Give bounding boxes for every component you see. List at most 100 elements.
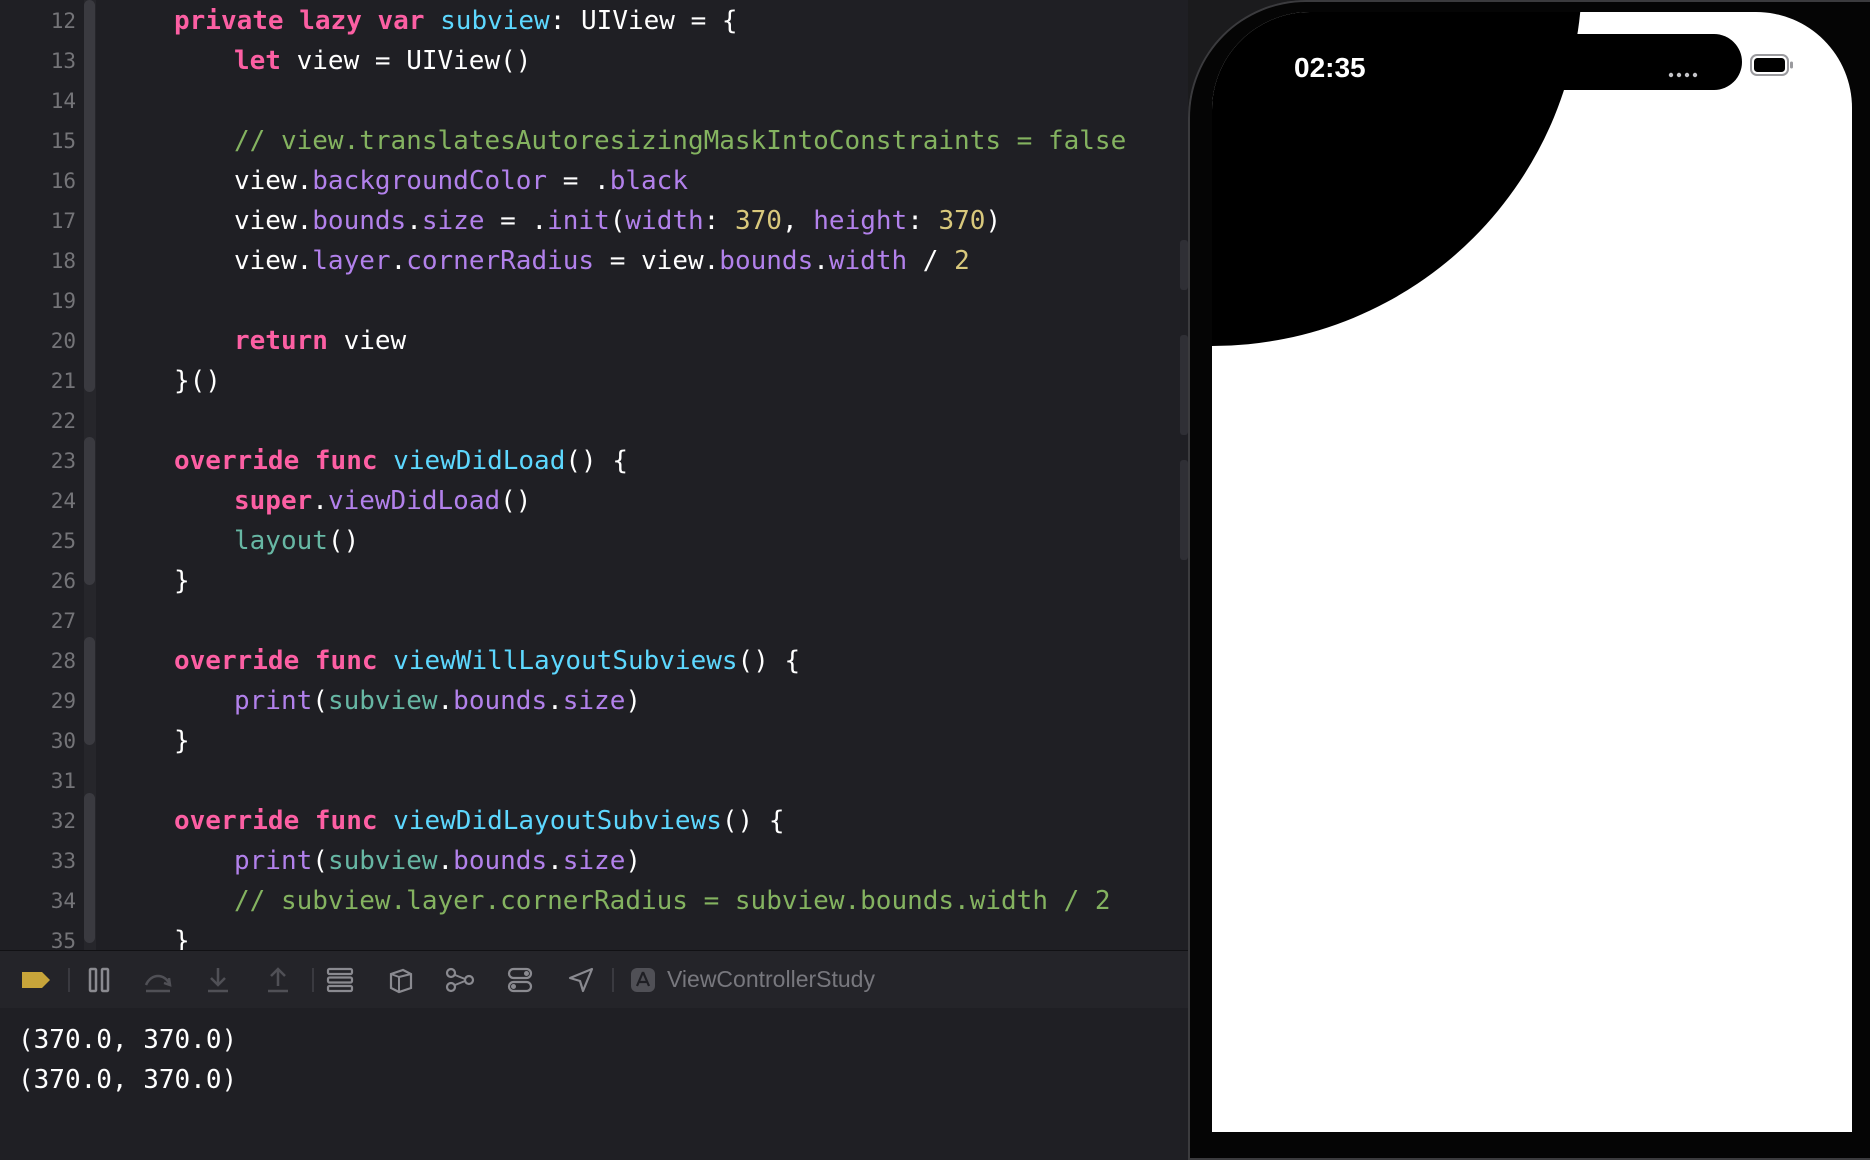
code-line[interactable]: 17 view.bounds.size = .init(width: 370, h… xyxy=(0,201,1180,241)
code-line[interactable]: 16 view.backgroundColor = .black xyxy=(0,161,1180,201)
code-text[interactable]: }() xyxy=(174,361,221,401)
pause-icon[interactable] xyxy=(84,965,114,995)
line-number[interactable]: 16 xyxy=(0,161,76,201)
app-target-icon[interactable] xyxy=(628,965,658,995)
code-text[interactable]: view.layer.cornerRadius = view.bounds.wi… xyxy=(234,241,970,281)
code-line[interactable]: 15 // view.translatesAutoresizingMaskInto… xyxy=(0,121,1180,161)
code-line[interactable]: 14 xyxy=(0,81,1180,121)
code-token: cornerRadius xyxy=(406,246,595,276)
code-line[interactable]: 31 xyxy=(0,761,1180,801)
code-token: viewDidLoad xyxy=(327,486,501,516)
code-text[interactable]: let view = UIView() xyxy=(234,41,531,81)
line-number[interactable]: 28 xyxy=(0,641,76,681)
code-line[interactable]: 20 return view xyxy=(0,321,1180,361)
debug-view-hierarchy-icon[interactable] xyxy=(325,965,355,995)
simulator-screen[interactable]: 02:35 xyxy=(1212,12,1852,1132)
line-number[interactable]: 30 xyxy=(0,721,76,761)
code-text[interactable]: override func viewDidLayoutSubviews() { xyxy=(174,801,785,841)
code-line[interactable]: 34 // subview.layer.cornerRadius = subvie… xyxy=(0,881,1180,921)
code-text[interactable]: // view.translatesAutoresizingMaskIntoCo… xyxy=(234,121,1126,161)
code-line[interactable]: 33 print(subview.bounds.size) xyxy=(0,841,1180,881)
code-token: func xyxy=(314,446,378,476)
debug-console[interactable]: (370.0, 370.0) (370.0, 370.0) xyxy=(0,1008,1188,1104)
line-number[interactable]: 20 xyxy=(0,321,76,361)
code-token: ( xyxy=(312,846,328,876)
code-text[interactable]: private lazy var subview: UIView = { xyxy=(174,1,738,41)
code-text[interactable]: } xyxy=(174,721,190,761)
line-number[interactable]: 26 xyxy=(0,561,76,601)
line-number[interactable]: 15 xyxy=(0,121,76,161)
code-line[interactable]: 32 override func viewDidLayoutSubviews() … xyxy=(0,801,1180,841)
line-number[interactable]: 35 xyxy=(0,921,76,950)
code-token: view = UIView() xyxy=(280,46,532,76)
environment-overrides-icon[interactable] xyxy=(445,965,475,995)
code-editor[interactable]: 12 private lazy var subview: UIView = {13… xyxy=(0,0,1188,950)
step-out-icon[interactable] xyxy=(263,965,293,995)
code-line[interactable]: 29 print(subview.bounds.size) xyxy=(0,681,1180,721)
line-number[interactable]: 21 xyxy=(0,361,76,401)
code-line[interactable]: 22 xyxy=(0,401,1180,441)
line-number[interactable]: 29 xyxy=(0,681,76,721)
line-number[interactable]: 31 xyxy=(0,761,76,801)
code-line[interactable]: 12 private lazy var subview: UIView = { xyxy=(0,1,1180,41)
breakpoint-toggle-icon[interactable] xyxy=(20,965,52,995)
line-number[interactable]: 22 xyxy=(0,401,76,441)
code-token: ( xyxy=(609,206,626,236)
code-token: override xyxy=(174,806,300,836)
code-token: return xyxy=(234,326,328,356)
code-text[interactable]: layout() xyxy=(234,521,359,561)
code-token: override xyxy=(174,646,300,676)
code-token: = . xyxy=(484,206,548,236)
code-token: width xyxy=(625,206,704,236)
memory-graph-icon[interactable] xyxy=(386,965,416,995)
code-line[interactable]: 30} xyxy=(0,721,1180,761)
code-text[interactable]: view.bounds.size = .init(width: 370, hei… xyxy=(234,201,1001,241)
line-number[interactable]: 23 xyxy=(0,441,76,481)
line-number[interactable]: 18 xyxy=(0,241,76,281)
line-number[interactable]: 14 xyxy=(0,81,76,121)
code-line[interactable]: 18 view.layer.cornerRadius = view.bounds.… xyxy=(0,241,1180,281)
code-token: } xyxy=(174,926,190,950)
code-text[interactable]: return view xyxy=(234,321,406,361)
line-number[interactable]: 19 xyxy=(0,281,76,321)
code-token: override xyxy=(174,446,300,476)
line-number[interactable]: 17 xyxy=(0,201,76,241)
code-token: ( xyxy=(312,686,328,716)
simulate-location-icon[interactable] xyxy=(505,965,535,995)
line-number[interactable]: 33 xyxy=(0,841,76,881)
code-token: ) xyxy=(625,846,642,876)
line-number[interactable]: 34 xyxy=(0,881,76,921)
code-line[interactable]: 23 override func viewDidLoad() { xyxy=(0,441,1180,481)
code-text[interactable]: // subview.layer.cornerRadius = subview.… xyxy=(234,881,1111,921)
code-text[interactable]: } xyxy=(174,561,190,601)
line-number[interactable]: 32 xyxy=(0,801,76,841)
line-number[interactable]: 13 xyxy=(0,41,76,81)
code-token: var xyxy=(377,6,425,36)
code-text[interactable]: print(subview.bounds.size) xyxy=(234,841,641,881)
code-text[interactable]: super.viewDidLoad() xyxy=(234,481,531,521)
line-number[interactable]: 24 xyxy=(0,481,76,521)
step-into-icon[interactable] xyxy=(203,965,233,995)
code-text[interactable]: } xyxy=(174,921,190,950)
line-number[interactable]: 12 xyxy=(0,1,76,41)
code-line[interactable]: 25 layout() xyxy=(0,521,1180,561)
code-line[interactable]: 19 xyxy=(0,281,1180,321)
code-token: print xyxy=(234,846,313,876)
code-line[interactable]: 28 override func viewWillLayoutSubviews()… xyxy=(0,641,1180,681)
scheme-target-label[interactable]: ViewControllerStudy xyxy=(667,951,875,1008)
code-line[interactable]: 35} xyxy=(0,921,1180,950)
code-text[interactable]: override func viewWillLayoutSubviews() { xyxy=(174,641,800,681)
code-text[interactable]: print(subview.bounds.size) xyxy=(234,681,641,721)
code-line[interactable]: 13 let view = UIView() xyxy=(0,41,1180,81)
code-token: . xyxy=(813,246,829,276)
code-text[interactable]: view.backgroundColor = .black xyxy=(234,161,688,201)
line-number[interactable]: 25 xyxy=(0,521,76,561)
code-line[interactable]: 21 }() xyxy=(0,361,1180,401)
line-number[interactable]: 27 xyxy=(0,601,76,641)
code-line[interactable]: 26} xyxy=(0,561,1180,601)
step-over-icon[interactable] xyxy=(143,965,173,995)
code-line[interactable]: 24 super.viewDidLoad() xyxy=(0,481,1180,521)
code-text[interactable]: override func viewDidLoad() { xyxy=(174,441,628,481)
code-line[interactable]: 27 xyxy=(0,601,1180,641)
location-arrow-icon[interactable] xyxy=(566,965,596,995)
